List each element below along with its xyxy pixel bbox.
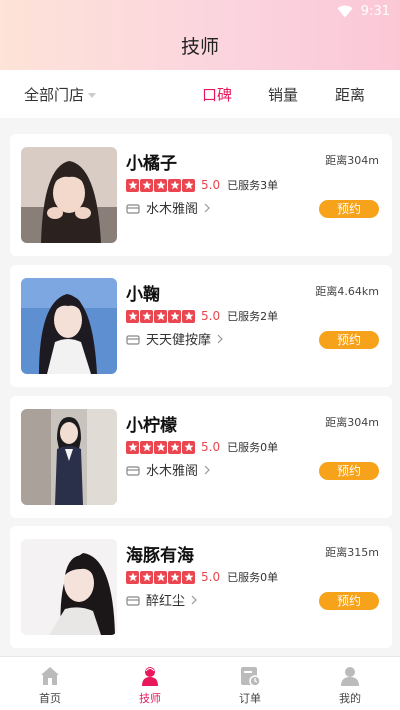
- star-icon: [154, 178, 167, 192]
- chevron-right-icon: [204, 203, 210, 212]
- therapist-distance: 距离304m: [325, 416, 379, 429]
- served-count: 已服务3单: [227, 179, 279, 192]
- sort-tab-distance[interactable]: 距离: [335, 84, 365, 105]
- star-icon: [182, 309, 195, 323]
- sort-tab-reputation[interactable]: 口碑: [202, 84, 232, 105]
- therapist-card[interactable]: 小鞠 距离4.64km 5.0 已服务2单 天天健按摩 预约: [10, 265, 392, 387]
- star-icon: [182, 178, 195, 192]
- sort-tab-sales[interactable]: 销量: [268, 84, 298, 105]
- served-count: 已服务2单: [227, 310, 279, 323]
- page-title: 技师: [180, 36, 219, 58]
- star-icon: [168, 440, 181, 454]
- therapist-card[interactable]: 海豚有海 距离315m 5.0 已服务0单 醉红尘 预约: [10, 526, 392, 648]
- store-icon: [126, 465, 140, 476]
- rating-score: 5.0: [201, 309, 221, 323]
- therapist-name: 小橘子: [126, 154, 177, 174]
- wifi-icon: [337, 5, 353, 18]
- star-icon: [126, 309, 139, 323]
- filter-bar: 全部门店 口碑 销量 距离: [0, 70, 400, 118]
- star-icon: [140, 440, 153, 454]
- therapist-icon: [142, 667, 158, 686]
- store-link[interactable]: 水木雅阁: [126, 198, 210, 217]
- store-link[interactable]: 水木雅阁: [126, 460, 210, 479]
- tab-label: 我的: [339, 692, 361, 705]
- tab-therapist[interactable]: 技师: [100, 657, 200, 710]
- chevron-right-icon: [191, 595, 197, 604]
- tab-label: 订单: [239, 692, 261, 705]
- chevron-right-icon: [217, 334, 223, 343]
- rating-row: 5.0 已服务0单: [126, 439, 278, 455]
- bottom-tab-bar: 首页 技师 订单 我的: [0, 656, 400, 710]
- star-icon: [154, 570, 167, 584]
- store-icon: [126, 334, 140, 345]
- star-icon: [168, 178, 181, 192]
- store-icon: [126, 203, 140, 214]
- order-icon: [241, 667, 260, 687]
- therapist-name: 海豚有海: [126, 546, 194, 566]
- rating-row: 5.0 已服务0单: [126, 569, 278, 585]
- store-dropdown-label: 全部门店: [24, 86, 85, 104]
- star-icon: [140, 309, 153, 323]
- star-icon: [168, 570, 181, 584]
- therapist-card[interactable]: 小橘子 距离304m 5.0 已服务3单 水木雅阁 预约: [10, 134, 392, 256]
- star-icon: [126, 570, 139, 584]
- store-name: 水木雅阁: [146, 464, 199, 479]
- star-icon: [154, 440, 167, 454]
- tab-profile[interactable]: 我的: [300, 657, 400, 710]
- status-indicators: 9:31: [337, 4, 390, 19]
- rating-score: 5.0: [201, 570, 221, 584]
- therapist-card[interactable]: 小柠檬 距离304m 5.0 已服务0单 水木雅阁 预约: [10, 396, 392, 518]
- therapist-photo: [21, 278, 117, 374]
- status-bar: 9:31: [0, 0, 400, 24]
- star-icon: [126, 178, 139, 192]
- served-count: 已服务0单: [227, 441, 279, 454]
- star-icon: [168, 309, 181, 323]
- served-count: 已服务0单: [227, 571, 279, 584]
- rating-score: 5.0: [201, 440, 221, 454]
- store-name: 醉红尘: [146, 594, 186, 609]
- therapist-distance: 距离315m: [325, 546, 379, 559]
- star-icon: [182, 440, 195, 454]
- store-name: 水木雅阁: [146, 202, 199, 217]
- profile-icon: [341, 667, 359, 686]
- therapist-photo: [21, 409, 117, 505]
- therapist-photo: [21, 147, 117, 243]
- star-icon: [140, 178, 153, 192]
- store-dropdown[interactable]: 全部门店: [24, 84, 97, 105]
- tab-home[interactable]: 首页: [0, 657, 100, 710]
- book-button[interactable]: 预约: [319, 331, 379, 349]
- therapist-name: 小柠檬: [126, 416, 177, 436]
- rating-score: 5.0: [201, 178, 221, 192]
- therapist-photo: [21, 539, 117, 635]
- book-button[interactable]: 预约: [319, 462, 379, 480]
- header: 9:31 技师: [0, 0, 400, 70]
- home-icon: [41, 667, 59, 685]
- store-link[interactable]: 天天健按摩: [126, 329, 223, 348]
- rating-row: 5.0 已服务2单: [126, 308, 278, 324]
- tab-orders[interactable]: 订单: [200, 657, 300, 710]
- therapist-distance: 距离4.64km: [315, 285, 379, 298]
- store-link[interactable]: 醉红尘: [126, 590, 197, 609]
- store-icon: [126, 595, 140, 606]
- star-icon: [182, 570, 195, 584]
- therapist-name: 小鞠: [126, 285, 160, 305]
- book-button[interactable]: 预约: [319, 200, 379, 218]
- star-icon: [126, 440, 139, 454]
- star-icon: [140, 570, 153, 584]
- rating-row: 5.0 已服务3单: [126, 177, 278, 193]
- store-name: 天天健按摩: [146, 333, 212, 348]
- caret-down-icon: [88, 93, 97, 98]
- tab-label: 技师: [139, 692, 161, 705]
- book-button[interactable]: 预约: [319, 592, 379, 610]
- therapist-distance: 距离304m: [325, 154, 379, 167]
- tab-label: 首页: [39, 692, 61, 705]
- status-time: 9:31: [360, 4, 390, 19]
- chevron-right-icon: [204, 465, 210, 474]
- star-icon: [154, 309, 167, 323]
